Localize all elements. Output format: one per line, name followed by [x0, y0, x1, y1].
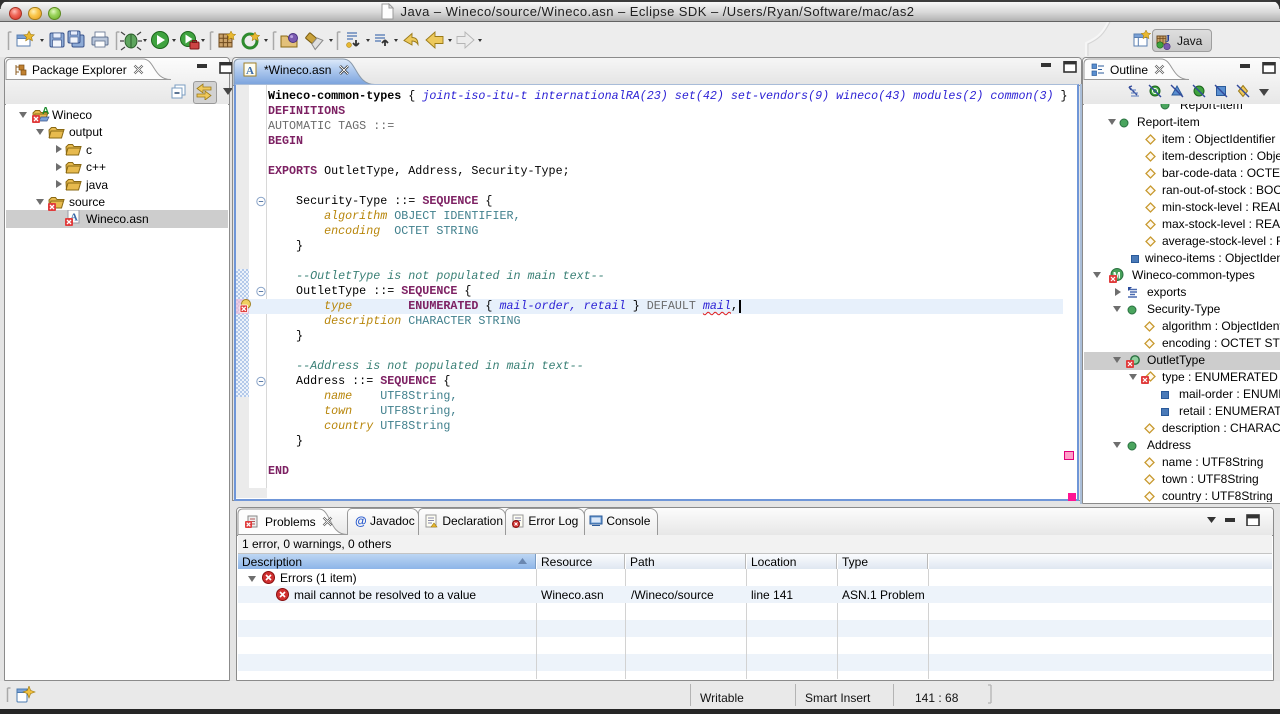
svg-text:J: J	[1165, 34, 1170, 45]
svg-text:A: A	[246, 65, 254, 77]
svg-text:A: A	[42, 106, 49, 117]
